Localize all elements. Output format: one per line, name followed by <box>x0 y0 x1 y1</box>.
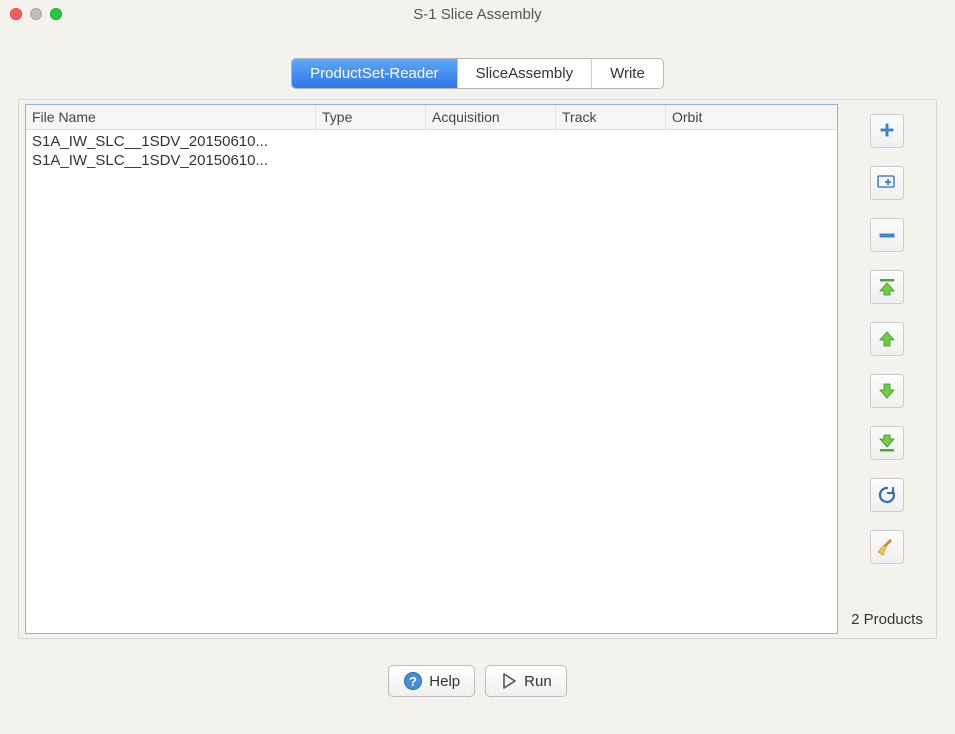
folder-plus-icon <box>877 174 897 192</box>
cell-type <box>316 132 426 151</box>
tab-slice-assembly[interactable]: SliceAssembly <box>458 59 593 88</box>
window-title: S-1 Slice Assembly <box>0 6 955 23</box>
product-count-label: 2 Products <box>851 611 923 634</box>
refresh-icon <box>877 485 897 505</box>
zoom-window-button[interactable] <box>50 8 62 20</box>
titlebar: S-1 Slice Assembly <box>0 0 955 28</box>
add-button[interactable] <box>870 114 904 148</box>
cell-acquisition <box>426 151 556 170</box>
move-bottom-button[interactable] <box>870 426 904 460</box>
table-row[interactable]: S1A_IW_SLC__1SDV_20150610... <box>26 151 837 170</box>
cell-file-name: S1A_IW_SLC__1SDV_20150610... <box>26 151 316 170</box>
help-button[interactable]: ? Help <box>388 665 475 697</box>
svg-text:?: ? <box>409 674 417 689</box>
tabs: ProductSet-Reader SliceAssembly Write <box>291 58 664 89</box>
tab-productset-reader[interactable]: ProductSet-Reader <box>292 59 457 88</box>
products-table: File Name Type Acquisition Track Orbit S… <box>25 104 838 634</box>
col-header-track[interactable]: Track <box>556 105 666 129</box>
play-icon <box>500 672 518 690</box>
cell-type <box>316 151 426 170</box>
table-body[interactable]: S1A_IW_SLC__1SDV_20150610... S1A_IW_SLC_… <box>26 130 837 633</box>
cell-track <box>556 132 666 151</box>
cell-track <box>556 151 666 170</box>
help-button-label: Help <box>429 673 460 690</box>
col-header-file-name[interactable]: File Name <box>26 105 316 129</box>
move-down-button[interactable] <box>870 374 904 408</box>
table-header: File Name Type Acquisition Track Orbit <box>26 105 837 130</box>
move-top-button[interactable] <box>870 270 904 304</box>
arrow-down-icon <box>877 381 897 401</box>
tab-write[interactable]: Write <box>592 59 663 88</box>
footer: ? Help Run <box>0 639 955 723</box>
arrow-up-icon <box>877 329 897 349</box>
content-panel: File Name Type Acquisition Track Orbit S… <box>18 99 937 639</box>
traffic-lights <box>10 8 62 20</box>
tabs-row: ProductSet-Reader SliceAssembly Write <box>0 28 955 99</box>
run-button[interactable]: Run <box>485 665 567 697</box>
sidebar-toolbar: 2 Products <box>838 104 930 634</box>
help-icon: ? <box>403 671 423 691</box>
plus-icon <box>878 122 896 140</box>
close-window-button[interactable] <box>10 8 22 20</box>
col-header-acquisition[interactable]: Acquisition <box>426 105 556 129</box>
col-header-orbit[interactable]: Orbit <box>666 105 837 129</box>
cell-file-name: S1A_IW_SLC__1SDV_20150610... <box>26 132 316 151</box>
broom-icon <box>877 537 897 557</box>
arrow-top-icon <box>877 277 897 297</box>
col-header-type[interactable]: Type <box>316 105 426 129</box>
remove-button[interactable] <box>870 218 904 252</box>
minus-icon <box>878 226 896 244</box>
minimize-window-button[interactable] <box>30 8 42 20</box>
arrow-bottom-icon <box>877 433 897 453</box>
cell-orbit <box>666 151 837 170</box>
cell-orbit <box>666 132 837 151</box>
refresh-button[interactable] <box>870 478 904 512</box>
move-up-button[interactable] <box>870 322 904 356</box>
run-button-label: Run <box>524 673 552 690</box>
cell-acquisition <box>426 132 556 151</box>
clear-button[interactable] <box>870 530 904 564</box>
table-row[interactable]: S1A_IW_SLC__1SDV_20150610... <box>26 132 837 151</box>
add-folder-button[interactable] <box>870 166 904 200</box>
